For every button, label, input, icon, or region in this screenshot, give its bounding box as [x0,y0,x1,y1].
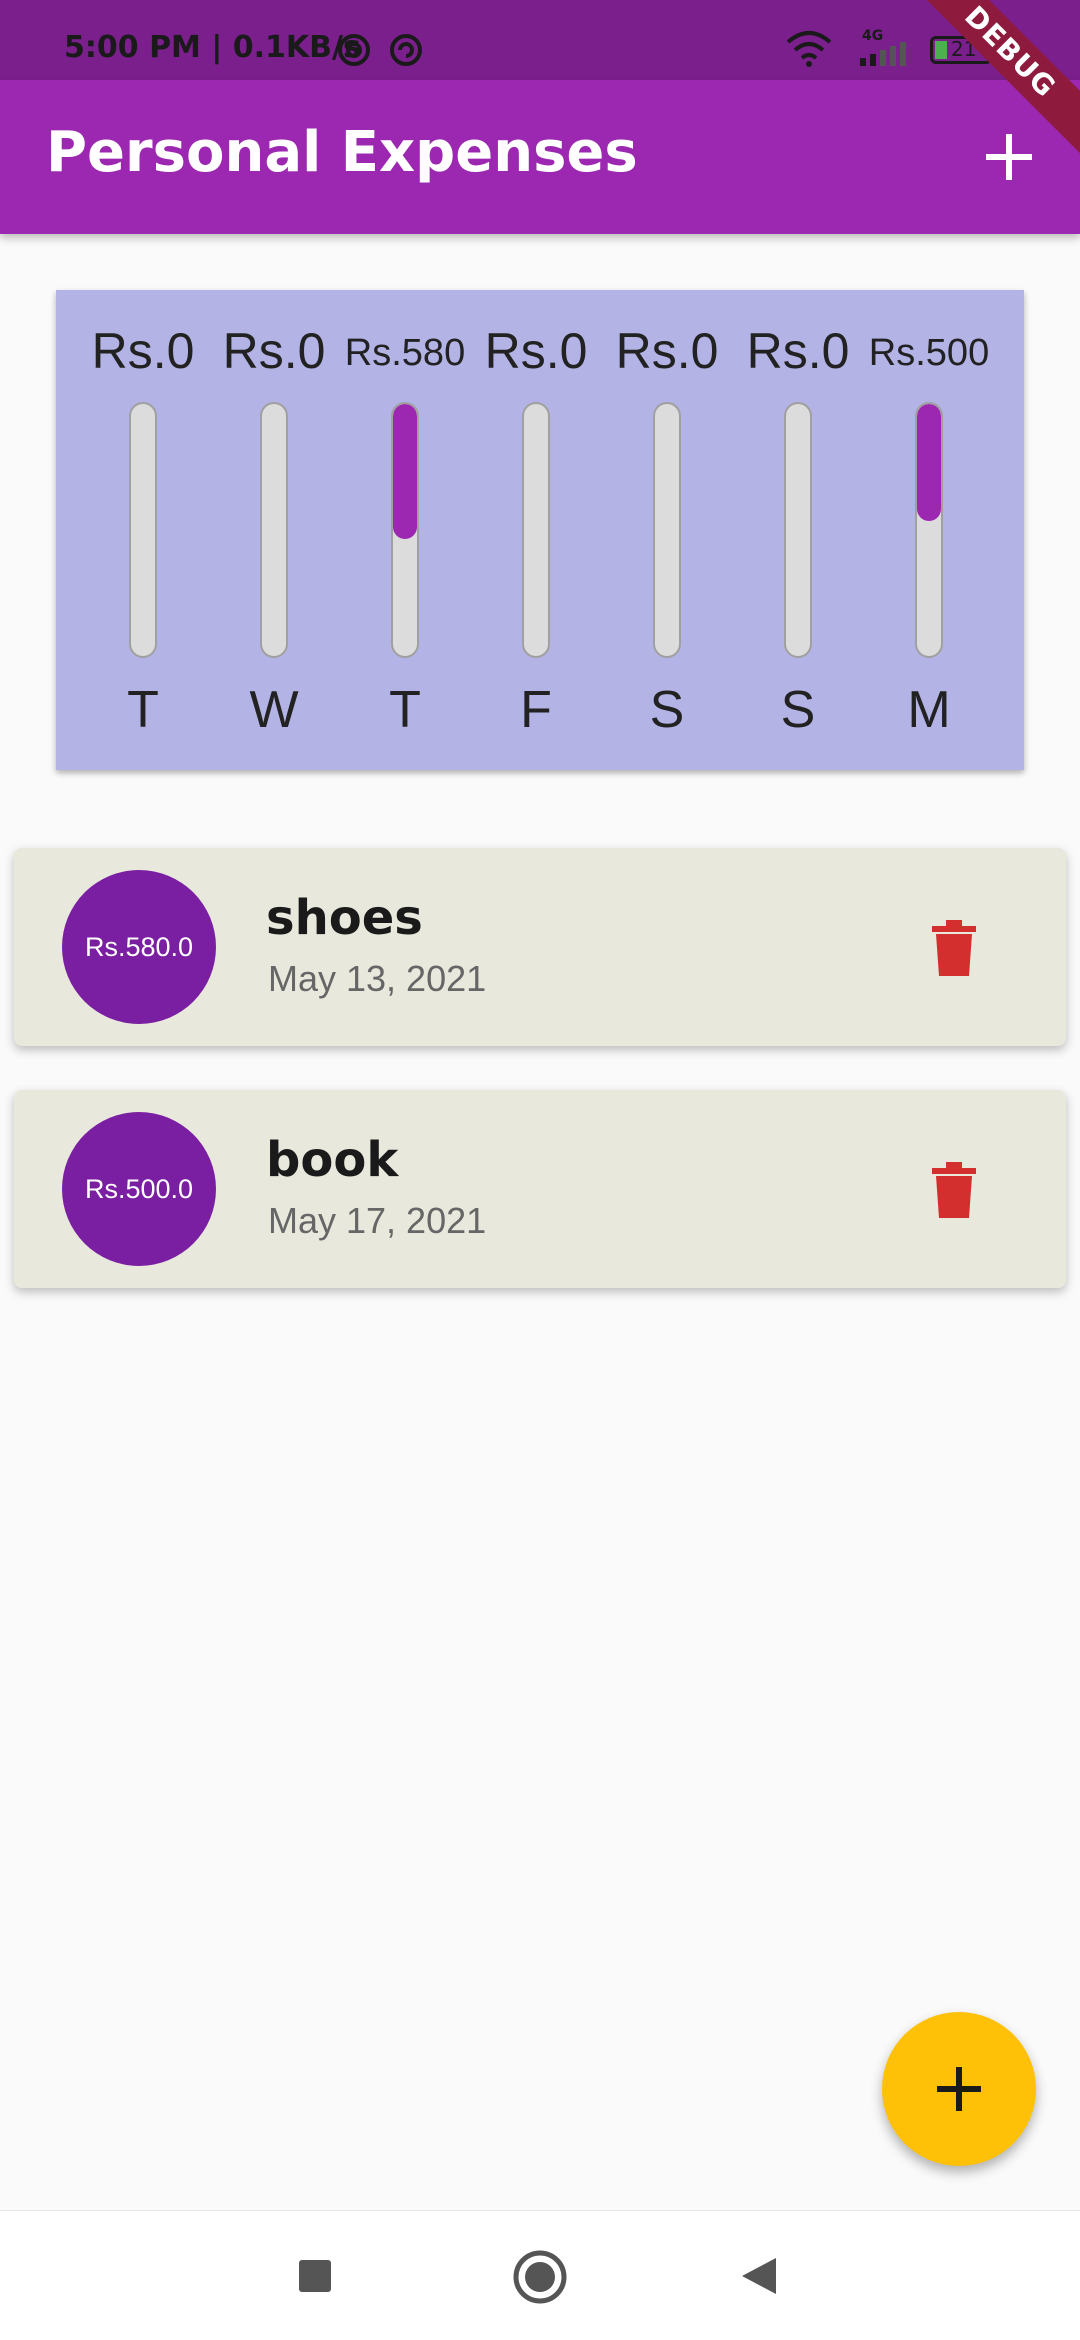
transaction-date: May 17, 2021 [268,1200,487,1241]
transaction-date: May 13, 2021 [268,958,487,999]
bar-amount: Rs.0 [615,323,719,379]
weekly-chart: Rs.0 T Rs.0 W Rs.580 T Rs.0 F Rs.0 S Rs.… [56,290,1024,770]
bar-amount: Rs.0 [91,323,195,379]
amount-avatar: Rs.500.0 [62,1112,216,1266]
add-transaction-button[interactable] [974,122,1044,192]
bar-amount: Rs.580 [344,332,466,374]
bar-track [784,402,812,658]
bar-day: T [127,681,159,739]
signal-icon [860,42,906,66]
plus-icon [937,2067,981,2111]
transaction-title: book [266,1132,399,1188]
page-title: Personal Expenses [46,120,638,185]
delete-button[interactable] [932,920,976,976]
bar-track [522,402,550,658]
bar-day: S [649,681,685,739]
bar-track [653,402,681,658]
bar-day: F [520,681,552,739]
bar-track [129,402,157,658]
bar-day: W [249,681,299,739]
status-time: 5:00 PM | 0.1KB/s [64,30,361,65]
bar-amount: Rs.0 [746,323,850,379]
chart-bar: Rs.580 T [340,290,470,770]
add-fab-button[interactable] [882,2012,1036,2166]
chart-bar: Rs.0 S [733,290,863,770]
back-triangle-icon[interactable] [738,2255,780,2297]
bar-amount: Rs.0 [484,323,588,379]
chart-bar: Rs.0 F [471,290,601,770]
chart-bar: Rs.0 S [602,290,732,770]
wifi-icon [786,31,832,67]
bar-fill [917,404,941,521]
vpn-icon [338,34,370,66]
delete-button[interactable] [932,1162,976,1218]
bar-day: T [389,681,421,739]
bar-fill [393,404,417,540]
transaction-title: shoes [266,890,423,946]
sync-icon [390,34,422,66]
chart-bar: Rs.0 T [78,290,208,770]
bar-day: M [907,681,951,739]
bar-amount: Rs.0 [222,323,326,379]
trash-icon [932,920,976,976]
recents-square-icon[interactable] [296,2257,334,2295]
transaction-item: Rs.500.0 book May 17, 2021 [14,1090,1066,1288]
app-bar: Personal Expenses [0,80,1080,234]
amount-avatar: Rs.580.0 [62,870,216,1024]
bar-day: S [780,681,816,739]
status-bar: 5:00 PM | 0.1KB/s 4G 21 [0,0,1080,80]
transaction-item: Rs.580.0 shoes May 13, 2021 [14,848,1066,1046]
bar-track [260,402,288,658]
trash-icon [932,1162,976,1218]
bar-track [391,402,419,658]
home-circle-icon[interactable] [512,2249,568,2305]
bar-amount: Rs.500 [868,332,990,374]
chart-bar: Rs.500 M [864,290,994,770]
system-nav-bar [0,2210,1080,2340]
chart-bar: Rs.0 W [209,290,339,770]
bar-track [915,402,943,658]
